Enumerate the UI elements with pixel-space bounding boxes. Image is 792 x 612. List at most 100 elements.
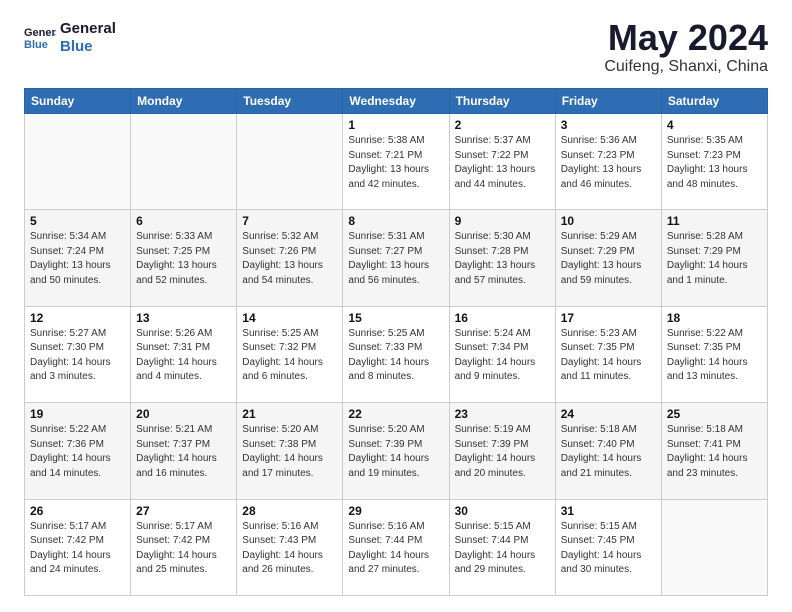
- calendar-cell: 18 Sunrise: 5:22 AM Sunset: 7:35 PM Dayli…: [661, 306, 767, 402]
- calendar-cell: 29 Sunrise: 5:16 AM Sunset: 7:44 PM Dayli…: [343, 499, 449, 595]
- day-info: Sunrise: 5:25 AM Sunset: 7:33 PM Dayligh…: [348, 327, 443, 385]
- day-number: 3: [561, 118, 656, 132]
- day-number: 17: [561, 311, 656, 325]
- calendar-cell: 26 Sunrise: 5:17 AM Sunset: 7:42 PM Dayli…: [25, 499, 131, 595]
- calendar-cell: 21Sunrise: 5:20 AM Sunset: 7:38 PM Dayli…: [237, 403, 343, 499]
- calendar-table: SundayMondayTuesdayWednesdayThursdayFrid…: [24, 88, 768, 596]
- calendar-cell: 31 Sunrise: 5:15 AM Sunset: 7:45 PM Dayli…: [555, 499, 661, 595]
- day-number: 10: [561, 214, 656, 228]
- day-info: Sunrise: 5:18 AM Sunset: 7:41 PM Dayligh…: [667, 423, 762, 481]
- calendar-cell: 4Sunrise: 5:35 AM Sunset: 7:23 PM Daylig…: [661, 114, 767, 210]
- day-info: Sunrise: 5:16 AM Sunset: 7:44 PM Dayligh…: [348, 520, 443, 578]
- weekday-header-thursday: Thursday: [449, 89, 555, 114]
- day-info: Sunrise: 5:15 AM Sunset: 7:45 PM Dayligh…: [561, 520, 656, 578]
- calendar-cell: 24 Sunrise: 5:18 AM Sunset: 7:40 PM Dayli…: [555, 403, 661, 499]
- day-info: Sunrise: 5:16 AM Sunset: 7:43 PM Dayligh…: [242, 520, 337, 578]
- day-number: 12: [30, 311, 125, 325]
- day-info: Sunrise: 5:22 AM Sunset: 7:35 PM Dayligh…: [667, 327, 762, 385]
- day-info: Sunrise: 5:20 AM Sunset: 7:39 PM Dayligh…: [348, 423, 443, 481]
- calendar-cell: 16 Sunrise: 5:24 AM Sunset: 7:34 PM Dayli…: [449, 306, 555, 402]
- day-info: Sunrise: 5:24 AM Sunset: 7:34 PM Dayligh…: [455, 327, 550, 385]
- calendar-cell: 8 Sunrise: 5:31 AM Sunset: 7:27 PM Daylig…: [343, 210, 449, 306]
- calendar-cell: 28 Sunrise: 5:16 AM Sunset: 7:43 PM Dayli…: [237, 499, 343, 595]
- day-info: Sunrise: 5:32 AM Sunset: 7:26 PM Dayligh…: [242, 230, 337, 288]
- weekday-header-sunday: Sunday: [25, 89, 131, 114]
- day-info: Sunrise: 5:31 AM Sunset: 7:27 PM Dayligh…: [348, 230, 443, 288]
- weekday-header-friday: Friday: [555, 89, 661, 114]
- calendar-cell: 15 Sunrise: 5:25 AM Sunset: 7:33 PM Dayli…: [343, 306, 449, 402]
- day-number: 29: [348, 504, 443, 518]
- day-number: 22: [348, 407, 443, 421]
- logo-blue: Blue: [60, 38, 116, 56]
- day-number: 26: [30, 504, 125, 518]
- day-number: 27: [136, 504, 231, 518]
- day-number: 24: [561, 407, 656, 421]
- day-info: Sunrise: 5:27 AM Sunset: 7:30 PM Dayligh…: [30, 327, 125, 385]
- logo: General Blue General Blue: [24, 20, 116, 56]
- day-number: 19: [30, 407, 125, 421]
- calendar-cell: 7 Sunrise: 5:32 AM Sunset: 7:26 PM Daylig…: [237, 210, 343, 306]
- calendar-cell: 25 Sunrise: 5:18 AM Sunset: 7:41 PM Dayli…: [661, 403, 767, 499]
- day-number: 1: [348, 118, 443, 132]
- day-info: Sunrise: 5:36 AM Sunset: 7:23 PM Dayligh…: [561, 134, 656, 192]
- calendar-cell: 23 Sunrise: 5:19 AM Sunset: 7:39 PM Dayli…: [449, 403, 555, 499]
- day-info: Sunrise: 5:30 AM Sunset: 7:28 PM Dayligh…: [455, 230, 550, 288]
- day-number: 14: [242, 311, 337, 325]
- day-number: 6: [136, 214, 231, 228]
- calendar-cell: 22 Sunrise: 5:20 AM Sunset: 7:39 PM Dayli…: [343, 403, 449, 499]
- day-info: Sunrise: 5:23 AM Sunset: 7:35 PM Dayligh…: [561, 327, 656, 385]
- day-info: Sunrise: 5:20 AM Sunset: 7:38 PM Dayligh…: [242, 423, 337, 481]
- calendar-cell: 20Sunrise: 5:21 AM Sunset: 7:37 PM Dayli…: [131, 403, 237, 499]
- calendar-cell: 5 Sunrise: 5:34 AM Sunset: 7:24 PM Daylig…: [25, 210, 131, 306]
- location-title: Cuifeng, Shanxi, China: [604, 58, 768, 76]
- svg-text:General: General: [24, 27, 56, 39]
- calendar-cell: [131, 114, 237, 210]
- day-info: Sunrise: 5:22 AM Sunset: 7:36 PM Dayligh…: [30, 423, 125, 481]
- weekday-header-tuesday: Tuesday: [237, 89, 343, 114]
- day-number: 28: [242, 504, 337, 518]
- day-number: 7: [242, 214, 337, 228]
- weekday-header-wednesday: Wednesday: [343, 89, 449, 114]
- calendar-cell: 13 Sunrise: 5:26 AM Sunset: 7:31 PM Dayli…: [131, 306, 237, 402]
- day-number: 30: [455, 504, 550, 518]
- day-number: 4: [667, 118, 762, 132]
- svg-text:Blue: Blue: [24, 39, 48, 51]
- day-number: 11: [667, 214, 762, 228]
- calendar-cell: [25, 114, 131, 210]
- day-number: 15: [348, 311, 443, 325]
- calendar-cell: [237, 114, 343, 210]
- day-info: Sunrise: 5:17 AM Sunset: 7:42 PM Dayligh…: [30, 520, 125, 578]
- day-info: Sunrise: 5:25 AM Sunset: 7:32 PM Dayligh…: [242, 327, 337, 385]
- day-info: Sunrise: 5:15 AM Sunset: 7:44 PM Dayligh…: [455, 520, 550, 578]
- calendar-cell: 14 Sunrise: 5:25 AM Sunset: 7:32 PM Dayli…: [237, 306, 343, 402]
- day-info: Sunrise: 5:28 AM Sunset: 7:29 PM Dayligh…: [667, 230, 762, 288]
- day-number: 18: [667, 311, 762, 325]
- day-number: 5: [30, 214, 125, 228]
- calendar-cell: 12 Sunrise: 5:27 AM Sunset: 7:30 PM Dayli…: [25, 306, 131, 402]
- day-info: Sunrise: 5:19 AM Sunset: 7:39 PM Dayligh…: [455, 423, 550, 481]
- day-number: 8: [348, 214, 443, 228]
- calendar-cell: 19 Sunrise: 5:22 AM Sunset: 7:36 PM Dayli…: [25, 403, 131, 499]
- day-info: Sunrise: 5:34 AM Sunset: 7:24 PM Dayligh…: [30, 230, 125, 288]
- day-info: Sunrise: 5:18 AM Sunset: 7:40 PM Dayligh…: [561, 423, 656, 481]
- header: General Blue General Blue May 2024 Cuife…: [24, 20, 768, 76]
- day-info: Sunrise: 5:33 AM Sunset: 7:25 PM Dayligh…: [136, 230, 231, 288]
- day-info: Sunrise: 5:37 AM Sunset: 7:22 PM Dayligh…: [455, 134, 550, 192]
- calendar-cell: 17 Sunrise: 5:23 AM Sunset: 7:35 PM Dayli…: [555, 306, 661, 402]
- day-number: 23: [455, 407, 550, 421]
- weekday-header-saturday: Saturday: [661, 89, 767, 114]
- calendar-cell: 27Sunrise: 5:17 AM Sunset: 7:42 PM Dayli…: [131, 499, 237, 595]
- calendar-cell: 1Sunrise: 5:38 AM Sunset: 7:21 PM Daylig…: [343, 114, 449, 210]
- page: General Blue General Blue May 2024 Cuife…: [0, 0, 792, 612]
- day-number: 31: [561, 504, 656, 518]
- calendar-cell: 30 Sunrise: 5:15 AM Sunset: 7:44 PM Dayli…: [449, 499, 555, 595]
- day-info: Sunrise: 5:26 AM Sunset: 7:31 PM Dayligh…: [136, 327, 231, 385]
- day-number: 25: [667, 407, 762, 421]
- day-info: Sunrise: 5:29 AM Sunset: 7:29 PM Dayligh…: [561, 230, 656, 288]
- day-number: 13: [136, 311, 231, 325]
- day-number: 16: [455, 311, 550, 325]
- calendar-cell: 3 Sunrise: 5:36 AM Sunset: 7:23 PM Daylig…: [555, 114, 661, 210]
- calendar-cell: 2Sunrise: 5:37 AM Sunset: 7:22 PM Daylig…: [449, 114, 555, 210]
- weekday-header-monday: Monday: [131, 89, 237, 114]
- calendar-cell: 11 Sunrise: 5:28 AM Sunset: 7:29 PM Dayli…: [661, 210, 767, 306]
